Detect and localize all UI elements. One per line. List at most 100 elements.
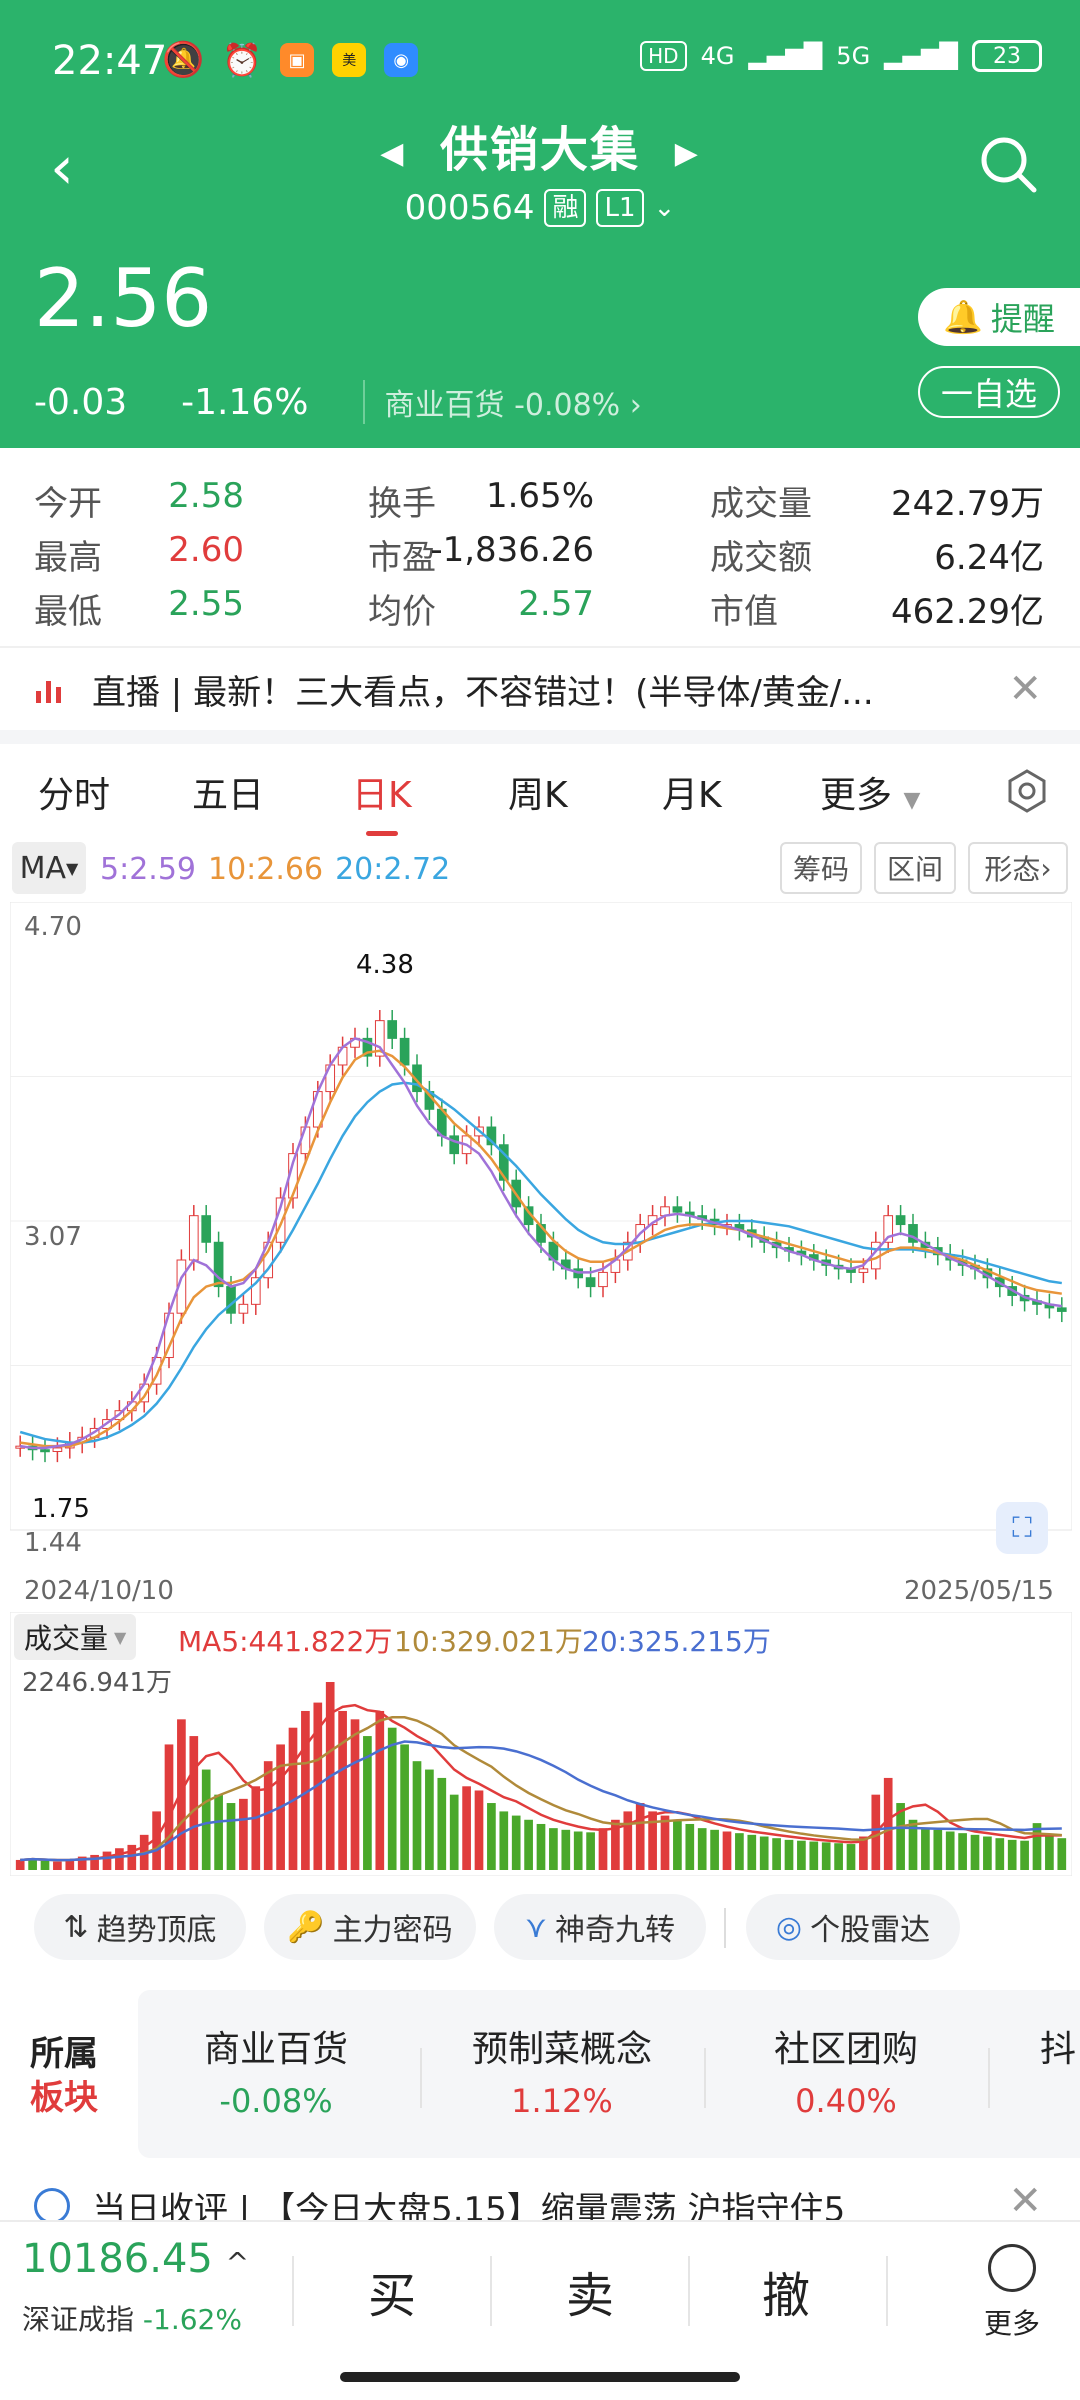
candle-body	[585, 1277, 596, 1288]
next-stock-icon[interactable]: ▶	[675, 136, 700, 171]
volume-bar	[809, 1841, 819, 1870]
tab-five-day[interactable]: 五日	[192, 766, 264, 818]
volume-bar	[412, 1761, 422, 1870]
settings-icon[interactable]	[1004, 768, 1050, 814]
sector-card: 商业百货 -0.08% 预制菜概念 1.12% 社区团购 0.40% 抖	[138, 1990, 1080, 2158]
more-icon[interactable]	[988, 2244, 1036, 2292]
stock-name: 供销大集	[439, 122, 640, 178]
home-indicator[interactable]	[340, 2372, 740, 2382]
ma10-value: 10:2.66	[208, 852, 324, 887]
candlestick-chart[interactable]	[10, 902, 1072, 1570]
tab-daily-k[interactable]: 日K	[352, 766, 412, 836]
volume-bar	[524, 1819, 533, 1870]
live-icon	[36, 675, 70, 703]
sector-item-name: 预制菜概念	[471, 2029, 652, 2070]
sell-button[interactable]: 卖	[566, 2256, 614, 2326]
trend-top-bottom-button[interactable]: ⇅ 趋势顶底	[34, 1894, 246, 1960]
volume-bar	[635, 1803, 645, 1870]
alarm-icon: ⏰	[222, 41, 263, 79]
quote-row: 最高 2.60 市盈 -1,836.26 成交额 6.24亿	[34, 530, 1054, 584]
volume-bar	[53, 1861, 62, 1870]
volume-bar	[251, 1786, 261, 1870]
close-icon[interactable]: ✕	[1008, 2178, 1042, 2220]
current-price: 2.56	[34, 252, 213, 345]
volume-bar	[164, 1744, 174, 1870]
sector-item-partial[interactable]: 抖	[1040, 2020, 1080, 2072]
pattern-label: 形态	[984, 853, 1041, 886]
divider	[420, 2048, 422, 2108]
volume-bar	[673, 1819, 682, 1870]
quote-label: 今开	[34, 484, 102, 524]
more-label[interactable]: 更多	[984, 2302, 1040, 2342]
tab-more[interactable]: 更多 ▼	[820, 766, 920, 818]
meituan-icon: 美	[332, 43, 367, 77]
tab-intraday[interactable]: 分时	[38, 766, 110, 818]
ma20-line	[19, 1081, 1062, 1444]
volume-bar	[102, 1851, 112, 1870]
ma-selector[interactable]: MA ▼	[12, 842, 86, 894]
status-bar: 22:47 🔕 ⏰ ▣ 美 ◉ HD 4G ▂▄▆█ 5G ▂▄▆█ 23	[0, 0, 1080, 120]
buy-button[interactable]: 买	[368, 2256, 416, 2326]
divider	[988, 2048, 990, 2108]
add-watchlist-button[interactable]: 一自选	[918, 366, 1060, 418]
quote-value: 2.58	[168, 476, 244, 516]
quote-label: 市盈	[368, 538, 436, 578]
quote-label: 市值	[710, 592, 778, 632]
quote-value: 462.29亿	[891, 592, 1044, 632]
news-banner[interactable]: 直播 | 最新！三大看点，不容错过！(半导体/黄金/... ✕	[0, 646, 1080, 730]
chips-button[interactable]: 筹码	[780, 842, 862, 894]
volume-bar	[945, 1831, 955, 1870]
quote-row: 最低 2.55 均价 2.57 市值 462.29亿	[34, 584, 1054, 638]
volume-bar	[685, 1823, 695, 1870]
volume-bar	[462, 1786, 471, 1870]
quote-label: 最低	[34, 592, 102, 632]
close-icon[interactable]: ✕	[1008, 666, 1042, 712]
volume-bar	[400, 1744, 409, 1870]
quote-label: 均价	[368, 592, 436, 632]
candle-body	[672, 1206, 683, 1213]
sector-link[interactable]: 商业百货 -0.08% ›	[362, 380, 642, 424]
range-button[interactable]: 区间	[874, 842, 956, 894]
x-axis-end: 2025/05/15	[904, 1576, 1054, 1606]
sector-item-prepared-food[interactable]: 预制菜概念 1.12%	[424, 2020, 700, 2120]
search-icon[interactable]	[976, 132, 1040, 196]
remind-label: 提醒	[990, 300, 1055, 338]
main-force-button[interactable]: 🔑 主力密码	[264, 1894, 476, 1960]
prev-stock-icon[interactable]: ◀	[380, 136, 405, 171]
volume-bar	[598, 1828, 608, 1870]
pattern-button[interactable]: 形态 ›	[968, 842, 1068, 894]
index-value[interactable]: 10186.45 ^	[22, 2236, 249, 2282]
candle-body	[201, 1215, 212, 1243]
sector-item-community-group-buy[interactable]: 社区团购 0.40%	[708, 2020, 984, 2120]
chevron-down-icon[interactable]: ⌄	[654, 193, 676, 223]
stock-radar-button[interactable]: ◎ 个股雷达	[746, 1894, 960, 1960]
level-tag[interactable]: L1	[596, 189, 644, 227]
volume-bar	[846, 1844, 856, 1870]
cancel-button[interactable]: 撤	[762, 2256, 810, 2326]
tab-weekly-k[interactable]: 周K	[508, 766, 568, 818]
fullscreen-icon[interactable]: ⛶	[996, 1502, 1048, 1554]
volume-bar	[226, 1803, 236, 1870]
tab-monthly-k[interactable]: 月K	[662, 766, 722, 818]
remind-button[interactable]: 🔔 提醒	[918, 288, 1080, 346]
caret-down-icon: ▼	[903, 788, 921, 813]
volume-bar	[449, 1794, 459, 1870]
magic-nine-label: 神奇九转	[554, 1913, 675, 1948]
trend-icon: ⇅	[63, 1909, 89, 1945]
magic-nine-button[interactable]: ⋎ 神奇九转	[494, 1894, 706, 1960]
volume-bar	[437, 1777, 447, 1870]
volume-bar	[660, 1815, 670, 1870]
sector-pct: -0.08%	[514, 388, 621, 423]
bottom-news[interactable]: 当日收评 | 【今日大盘5.15】缩量震荡 沪指守住5 ✕	[0, 2170, 1080, 2220]
x-axis-start: 2024/10/10	[24, 1576, 174, 1606]
volume-bar	[834, 1843, 843, 1870]
quote-value: 242.79万	[891, 484, 1044, 524]
volume-bar	[821, 1842, 831, 1870]
volume-bar	[350, 1719, 360, 1870]
index-pct: -1.62%	[142, 2303, 242, 2336]
trade-bar: 10186.45 ^ 深证成指 -1.62% 买 卖 撤 更多	[0, 2220, 1080, 2354]
sector-item-retail[interactable]: 商业百货 -0.08%	[138, 2020, 414, 2120]
high-marker: 4.38	[356, 950, 414, 980]
radar-label: 个股雷达	[810, 1913, 931, 1948]
sector-item-pct: 0.40%	[795, 2082, 897, 2120]
